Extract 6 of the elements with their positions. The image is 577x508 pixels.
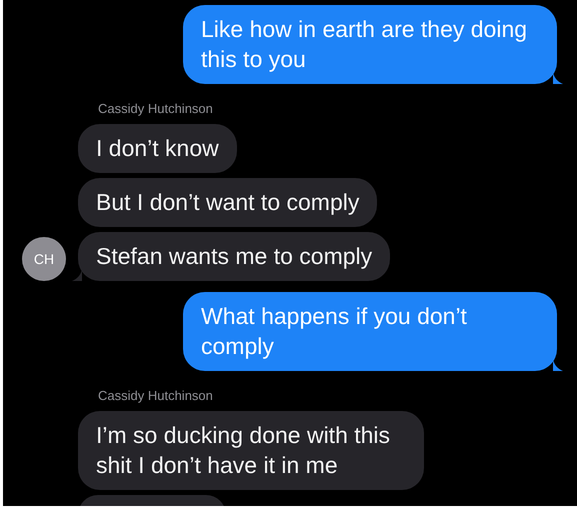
avatar: CH [22,237,66,281]
received-message-bubble: I’m so ducking done with this shit I don’t have it in me [78,411,424,490]
sender-name: Cassidy Hutchinson [98,101,214,116]
received-message-bubble: But I don’t want to comply [78,178,378,227]
sender-name: Cassidy Hutchinson [98,388,214,403]
received-message-bubble: I don’t know [78,124,237,173]
